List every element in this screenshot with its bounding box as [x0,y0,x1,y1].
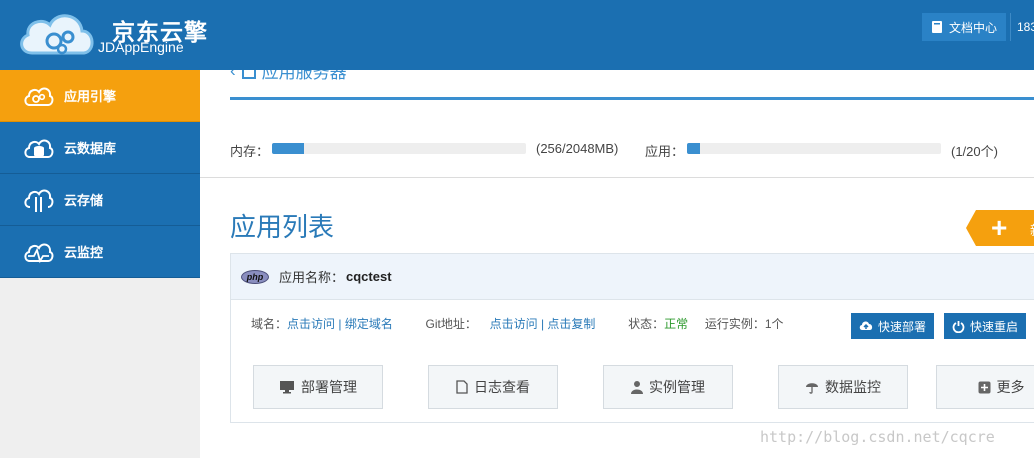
log-view-label: 日志查看 [474,379,530,395]
sidebar-item-cloud-database[interactable]: 云数据库 [0,122,200,174]
sidebar-item-label: 云监控 [64,245,104,260]
power-icon [952,320,965,333]
cloud-database-icon [22,134,54,162]
php-icon: php [241,269,269,284]
cloud-logo-icon [20,14,94,55]
instances-count: 1个 [764,317,784,331]
sidebar-item-label: 云存储 [64,193,104,208]
link-divider: | [540,317,545,331]
sidebar-item-cloud-monitor[interactable]: 云监控 [0,226,200,278]
sidebar-item-label: 云数据库 [64,141,117,156]
status-badge: 正常 [664,317,689,331]
log-view-button[interactable]: 日志查看 [428,365,558,409]
git-label: Git地址： [425,317,477,331]
app-card: php 应用名称： cqctest 域名：点击访问 | 绑定域名 Git地址： … [230,253,1034,423]
monitor-icon [280,381,294,394]
apps-progress-fill [687,143,700,154]
plus-square-icon [978,381,990,393]
bind-domain-link[interactable]: 绑定域名 [345,315,393,332]
cloud-monitor-icon [22,238,54,266]
domain-label: 域名： [251,317,288,331]
apps-label: 应用： [645,144,685,159]
git-copy-link[interactable]: 点击复制 [547,315,595,332]
doc-center-button[interactable]: 文档中心 [922,13,1006,41]
usage-summary: 内存： (256/2048MB) 应用： (1/20个) [230,141,1034,159]
cloud-upload-icon [859,321,873,330]
apps-progress-bar [687,143,941,154]
quick-deploy-label: 快速部署 [878,319,927,334]
link-divider: | [338,317,342,331]
top-header: 京东云擎 JDAppEngine 文档中心 183 [0,0,1034,70]
more-label: 更多 [996,379,1025,395]
book-icon [932,21,942,33]
more-button[interactable]: 更多 [936,365,1034,409]
quick-restart-button[interactable]: 快速重启 [944,313,1027,339]
data-monitor-label: 数据监控 [825,379,881,395]
instance-management-button[interactable]: 实例管理 [603,365,733,409]
file-icon [456,380,468,394]
deploy-management-label: 部署管理 [301,379,357,395]
watermark: http://blog.csdn.net/cqcre [760,428,995,446]
server-icon [241,70,256,79]
instances-label: 运行实例： [704,317,765,331]
memory-usage-text: (256/2048MB) [536,141,619,156]
divider [200,177,1034,178]
user-icon [631,381,643,394]
cloud-storage-icon [22,186,54,214]
apps-usage-text: (1/20个) [951,144,998,159]
chevron-left-icon: ‹ [230,70,236,80]
deploy-management-button[interactable]: 部署管理 [253,365,383,409]
create-app-button[interactable]: + 新 [966,210,1034,246]
app-info-row: 域名：点击访问 | 绑定域名 Git地址： 点击访问 | 点击复制 状态：正常 … [251,315,784,332]
quick-deploy-button[interactable]: 快速部署 [851,313,935,339]
page-title: 应用列表 [230,212,335,242]
user-account-text: 183 [1017,20,1034,34]
sidebar-item-cloud-storage[interactable]: 云存储 [0,174,200,226]
memory-label: 内存： [230,144,270,159]
sidebar-item-label: 应用引擎 [64,89,117,104]
doc-center-label: 文档中心 [949,20,998,35]
jdappengine-logo[interactable]: 京东云擎 JDAppEngine [14,5,224,65]
main-content: ‹ 应用服务器 内存： (256/2048MB) 应用： (1/20个) 应用列… [200,70,1034,458]
git-visit-link[interactable]: 点击访问 [490,315,538,332]
cloud-gears-icon [22,82,54,110]
app-card-header: php 应用名称： cqctest [231,254,1034,300]
back-label: 应用服务器 [261,70,347,82]
memory-progress-bar [272,143,526,154]
app-name: cqctest [346,269,392,284]
data-monitor-button[interactable]: 数据监控 [778,365,908,409]
logo-english-name: JDAppEngine [98,39,184,55]
back-to-app-servers[interactable]: ‹ 应用服务器 [230,70,347,83]
umbrella-icon [806,383,818,394]
instance-management-label: 实例管理 [649,379,705,395]
sidebar: 应用引擎 云数据库 云存储 云监控 [0,70,228,458]
status-label: 状态： [628,317,665,331]
quick-restart-label: 快速重启 [970,319,1019,334]
sidebar-item-app-engine[interactable]: 应用引擎 [0,70,228,122]
app-name-label: 应用名称： [279,270,345,285]
header-divider [230,97,1034,100]
user-account[interactable]: 183 [1010,13,1034,41]
plus-icon: + [991,212,1008,243]
memory-progress-fill [272,143,304,154]
create-app-label: 新 [1030,220,1034,239]
domain-visit-link[interactable]: 点击访问 [287,315,335,332]
